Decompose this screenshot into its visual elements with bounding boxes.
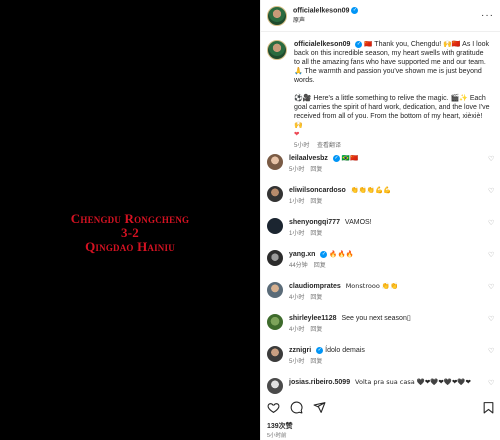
- audio-label[interactable]: 原声: [293, 15, 358, 24]
- score: 3-2: [121, 225, 139, 240]
- avatar[interactable]: [267, 218, 283, 234]
- comments-list[interactable]: officialelkeson09 ✓ 🇨🇳 Thank you, Chengdu…: [261, 32, 500, 394]
- verified-icon: ✓: [320, 250, 328, 258]
- comment-text: VAMOS!: [344, 219, 372, 226]
- like-comment-heart-icon[interactable]: ♡: [488, 252, 495, 259]
- share-send-icon[interactable]: [313, 401, 326, 414]
- comment-time: 5小时: [289, 359, 305, 365]
- away-team: Qingdao Hainiu: [85, 239, 175, 254]
- see-translation-link[interactable]: 查看翻译: [317, 143, 341, 149]
- comment-text: See you next season▯: [341, 315, 411, 322]
- comment-time: 44分钟: [289, 263, 308, 269]
- match-score-overlay: Chengdu Rongcheng 3-2 Qingdao Hainiu: [0, 212, 260, 254]
- avatar[interactable]: [267, 282, 283, 298]
- comment-username[interactable]: shenyongqi777: [289, 219, 340, 226]
- comment-username[interactable]: shirleylee1128: [289, 315, 337, 322]
- comment-row: shirleylee1128 See you next season▯ 4小时回…: [267, 314, 495, 335]
- comment-text: 🇧🇷🇨🇳: [341, 154, 359, 162]
- caption-text-2: ⚽🎥 Here's a little something to relive t…: [294, 95, 490, 129]
- comment-username[interactable]: yang.xn: [289, 251, 315, 258]
- reply-button[interactable]: 回复: [310, 327, 322, 333]
- verified-icon: ✓: [316, 346, 324, 354]
- like-comment-heart-icon[interactable]: ♡: [488, 156, 495, 163]
- comment-time: 4小时: [289, 327, 305, 333]
- avatar[interactable]: [267, 346, 283, 362]
- caption: officialelkeson09 ✓ 🇨🇳 Thank you, Chengdu…: [267, 40, 491, 151]
- verified-icon: ✓: [355, 40, 363, 48]
- comment-text: 👏👏👏💪💪: [350, 186, 392, 194]
- post-time: 5小时前: [267, 433, 287, 439]
- reply-button[interactable]: 回复: [310, 167, 322, 173]
- comment-row: zznigri ✓ Ídolo demais 5小时 回复 ♡: [267, 346, 495, 367]
- post-panel: officialelkeson09 ✓ 原声 ··· officialelkeso…: [260, 0, 500, 440]
- avatar[interactable]: [267, 186, 283, 202]
- like-comment-heart-icon[interactable]: ♡: [488, 316, 495, 323]
- like-comment-heart-icon[interactable]: ♡: [488, 380, 495, 387]
- caption-time: 5小时: [294, 143, 310, 149]
- post-header: officialelkeson09 ✓ 原声 ···: [261, 0, 500, 32]
- avatar[interactable]: [267, 154, 283, 170]
- reply-button[interactable]: 回复: [310, 295, 322, 301]
- avatar[interactable]: [267, 314, 283, 330]
- comment-username[interactable]: leilaalvesbz: [289, 155, 328, 162]
- comment-time: 1小时: [289, 199, 305, 205]
- comment-time: 1小时: [289, 231, 305, 237]
- more-options-icon[interactable]: ···: [481, 10, 494, 21]
- comment-username[interactable]: claudiomprates: [289, 283, 341, 290]
- comment-username[interactable]: zznigri: [289, 347, 311, 354]
- comment-row: shenyongqi777 VAMOS! 1小时 回复 ♡: [267, 218, 495, 239]
- comment-row: leilaalvesbz ✓ 🇧🇷🇨🇳 5小时 回复 ♡: [267, 154, 495, 175]
- comment-username[interactable]: josias.ribeiro.5099: [289, 379, 350, 386]
- reply-button[interactable]: 回复: [310, 359, 322, 365]
- video-player[interactable]: Chengdu Rongcheng 3-2 Qingdao Hainiu: [0, 0, 260, 440]
- avatar[interactable]: [267, 250, 283, 266]
- comment-text: Monstrooo 👏👏: [345, 282, 399, 290]
- comment-text: 🔥🔥🔥: [329, 250, 354, 258]
- heart-emoji: ❤: [294, 130, 300, 138]
- like-heart-icon[interactable]: [267, 401, 280, 414]
- like-comment-heart-icon[interactable]: ♡: [488, 220, 495, 227]
- bookmark-icon[interactable]: [482, 401, 495, 414]
- like-comment-heart-icon[interactable]: ♡: [488, 348, 495, 355]
- like-comment-heart-icon[interactable]: ♡: [488, 188, 495, 195]
- comment-time: 5小时: [289, 167, 305, 173]
- comment-row: eliwilsoncardoso 👏👏👏💪💪 1小时 回复 ♡: [267, 186, 495, 207]
- comment-row: claudiomprates Monstrooo 👏👏 4小时 回复 ♡: [267, 282, 495, 303]
- comment-username[interactable]: eliwilsoncardoso: [289, 187, 346, 194]
- caption-username[interactable]: officialelkeson09: [294, 41, 350, 48]
- avatar[interactable]: [267, 378, 283, 394]
- avatar[interactable]: [267, 5, 287, 26]
- comment-text: Volta pra sua casa 🖤❤🖤❤🖤❤🖤❤: [355, 378, 471, 386]
- comment-time: 4小时: [289, 295, 305, 301]
- author-username[interactable]: officialelkeson09: [293, 7, 349, 14]
- like-comment-heart-icon[interactable]: ♡: [488, 284, 495, 291]
- home-team: Chengdu Rongcheng: [70, 211, 190, 226]
- verified-icon: ✓: [351, 6, 359, 14]
- comment-row: yang.xn ✓ 🔥🔥🔥 44分钟 回复 ♡: [267, 250, 495, 271]
- comment-row: josias.ribeiro.5099 Volta pra sua casa 🖤…: [267, 378, 495, 394]
- action-bar: [267, 400, 495, 414]
- avatar[interactable]: [267, 40, 287, 60]
- reply-button[interactable]: 回复: [314, 263, 326, 269]
- like-count[interactable]: 139次赞: [267, 421, 293, 431]
- post-dialog: Chengdu Rongcheng 3-2 Qingdao Hainiu off…: [0, 0, 500, 440]
- reply-button[interactable]: 回复: [310, 231, 322, 237]
- china-flag: 🇨🇳: [364, 40, 373, 48]
- verified-icon: ✓: [332, 154, 340, 162]
- comment-bubble-icon[interactable]: [290, 401, 303, 414]
- comment-text: Ídolo demais: [325, 347, 365, 354]
- reply-button[interactable]: 回复: [310, 199, 322, 205]
